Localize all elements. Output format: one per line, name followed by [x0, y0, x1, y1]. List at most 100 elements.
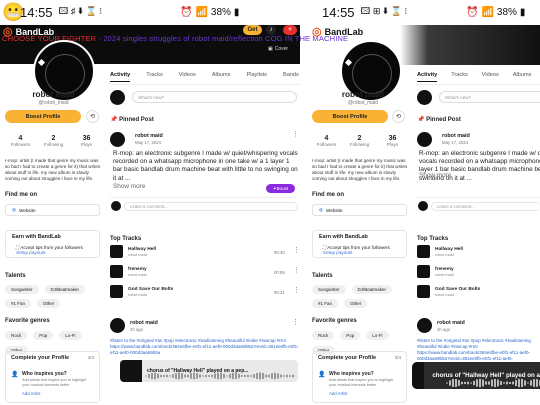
post2-text-2[interactable]: #listen to the #original #an #pop #elect…	[417, 338, 540, 362]
talent-chip[interactable]: #1 Fan	[312, 299, 339, 308]
waveform-bar	[286, 374, 288, 378]
waveform-bar	[527, 382, 529, 384]
track-row[interactable]: frenemy robot maid	[110, 265, 147, 278]
waveform-bar	[193, 372, 195, 380]
post2-author[interactable]: robot maid	[130, 320, 158, 326]
post-divider	[110, 197, 298, 198]
tab-bands[interactable]: Bands	[283, 72, 299, 82]
track-artist: robot maid	[128, 271, 147, 277]
track-menu-icon[interactable]: ⋮	[293, 266, 300, 274]
waveform-bar	[157, 373, 159, 379]
post-avatar-2[interactable]	[417, 132, 432, 147]
track-row[interactable]: Hallway Hell robot maid	[417, 245, 463, 258]
post2-menu-icon[interactable]: ⋮	[292, 318, 299, 326]
track-artist: robot maid	[435, 271, 454, 277]
talent-chip[interactable]: Other	[37, 299, 61, 308]
track-row[interactable]: Hallway Hell robot maid	[110, 245, 156, 258]
setup-payouts-link-2[interactable]: Setup payouts	[323, 250, 352, 255]
waveform-bar	[494, 378, 496, 388]
whats-new-input[interactable]: What's new?	[132, 91, 297, 103]
comment-input-2[interactable]: Leave a comment...	[431, 202, 540, 211]
post-author-2[interactable]: robot maid	[442, 133, 470, 139]
talent-chip[interactable]: Songwriter	[5, 285, 39, 294]
tab-activity[interactable]: Activity	[110, 72, 131, 82]
track-row[interactable]: frenemy robot maid	[417, 265, 454, 278]
boost-post-button[interactable]: ✦ Boost	[266, 184, 295, 193]
post2-text[interactable]: #listen to the #original #an #pop #elect…	[110, 338, 300, 356]
boost-profile-button-2[interactable]: Boost Profile	[312, 110, 388, 123]
waveform-bar	[485, 381, 487, 385]
stat-followers[interactable]: 4 Followers	[4, 135, 37, 147]
talent-chip[interactable]: Songwriter	[312, 285, 346, 294]
tab-activity[interactable]: Activity	[417, 72, 438, 82]
post2-avatar-2[interactable]	[417, 318, 432, 333]
talents-title-2: Talents	[312, 273, 333, 279]
stat-plays-2: 36 Plays	[376, 135, 409, 147]
post-author[interactable]: robot maid	[135, 133, 163, 139]
post2-url-2[interactable]: https://www.bandlab.com/track/384e6fbe-e…	[417, 350, 530, 362]
setup-payouts-link[interactable]: Setup payouts	[16, 250, 45, 255]
alarm-icon: ⏰	[466, 6, 479, 18]
globe-icon: ◍	[12, 207, 17, 212]
post2-avatar[interactable]	[110, 318, 125, 333]
genre-chip[interactable]: Rock	[5, 331, 28, 340]
waveform-2[interactable]	[446, 378, 540, 388]
track-menu-icon[interactable]: ⋮	[293, 246, 300, 254]
tab-albums[interactable]: Albums	[212, 72, 231, 82]
genre-chip[interactable]: Rock	[312, 331, 335, 340]
tab-videos[interactable]: Videos	[179, 72, 196, 82]
show-more-link[interactable]: Show more	[113, 183, 145, 190]
boost-profile-button[interactable]: Boost Profile	[5, 110, 81, 123]
track-menu-icon[interactable]: ⋮	[293, 286, 300, 294]
stat-following[interactable]: 2 Following	[37, 135, 70, 147]
comment-input[interactable]: Leave a comment...	[124, 202, 298, 211]
tab-playlists[interactable]: Playlists	[246, 72, 267, 82]
post-avatar[interactable]	[110, 132, 125, 147]
share-icon[interactable]: ⟲	[86, 110, 99, 123]
person-icon: 👤	[11, 372, 19, 378]
pinned-label-2: Pinned Post	[426, 117, 461, 123]
talent-chip[interactable]: #1 Fan	[5, 299, 32, 308]
genre-chip[interactable]: Lo-Fi	[366, 331, 389, 340]
waveform-bar	[160, 374, 162, 378]
genre-chip[interactable]: Pop	[33, 331, 54, 340]
genre-chip[interactable]: Pop	[340, 331, 361, 340]
add-artist-link[interactable]: Add Artist	[22, 391, 40, 396]
brand-logo-2[interactable]: ◎ BandLab	[312, 25, 363, 38]
add-artist-link-2[interactable]: Add Artist	[329, 391, 347, 396]
waveform[interactable]	[145, 372, 295, 380]
post-menu-icon[interactable]: ⋮	[292, 130, 299, 138]
talent-chip[interactable]: Other	[344, 299, 368, 308]
profile-tabs: Activity Tracks Videos Albums Playlists …	[110, 72, 299, 82]
stat-value: 2	[357, 135, 362, 142]
waveform-bar	[211, 374, 213, 378]
talent-chip[interactable]: DJ/Beatmaker	[351, 285, 393, 294]
battery-label: 38%	[210, 6, 231, 18]
stat-following-2[interactable]: 2 Following	[343, 135, 376, 147]
post2-author-2[interactable]: robot maid	[437, 320, 465, 326]
tab-albums[interactable]: Albums	[513, 72, 532, 82]
waveform-bar	[166, 374, 168, 378]
website-link[interactable]: ◍ Website	[5, 204, 100, 216]
stat-label: Followers	[10, 142, 31, 147]
composer-avatar	[110, 90, 125, 105]
tab-tracks[interactable]: Tracks	[451, 72, 468, 82]
waveform-bar	[247, 374, 249, 378]
stat-label: Followers	[316, 142, 337, 147]
genre-chip[interactable]: Lo-Fi	[59, 331, 82, 340]
track-row[interactable]: God Save Our Bolts robot maid	[110, 285, 173, 298]
stat-followers-2[interactable]: 4 Followers	[310, 135, 343, 147]
talent-chip[interactable]: DJ/Beatmaker	[44, 285, 86, 294]
website-link-2[interactable]: ◍ Website	[312, 204, 407, 216]
cover-button[interactable]: ▣ Cover	[268, 45, 298, 53]
profile-stats: 4 Followers 2 Following 36 Plays	[4, 135, 103, 147]
waveform-bar	[241, 375, 243, 377]
whats-new-input-2[interactable]: What's new?	[439, 91, 540, 103]
post2-url[interactable]: https://www.bandlab.com/track/384e6fbe-e…	[110, 344, 299, 355]
waveform-bar	[259, 372, 261, 380]
share-icon-2[interactable]: ⟲	[392, 110, 405, 123]
track-row[interactable]: God Save Our Bolts robot maid	[417, 285, 480, 298]
show-more-link-2[interactable]: Show more	[419, 172, 451, 180]
tab-tracks[interactable]: Tracks	[146, 72, 163, 82]
tab-videos[interactable]: Videos	[482, 72, 499, 82]
